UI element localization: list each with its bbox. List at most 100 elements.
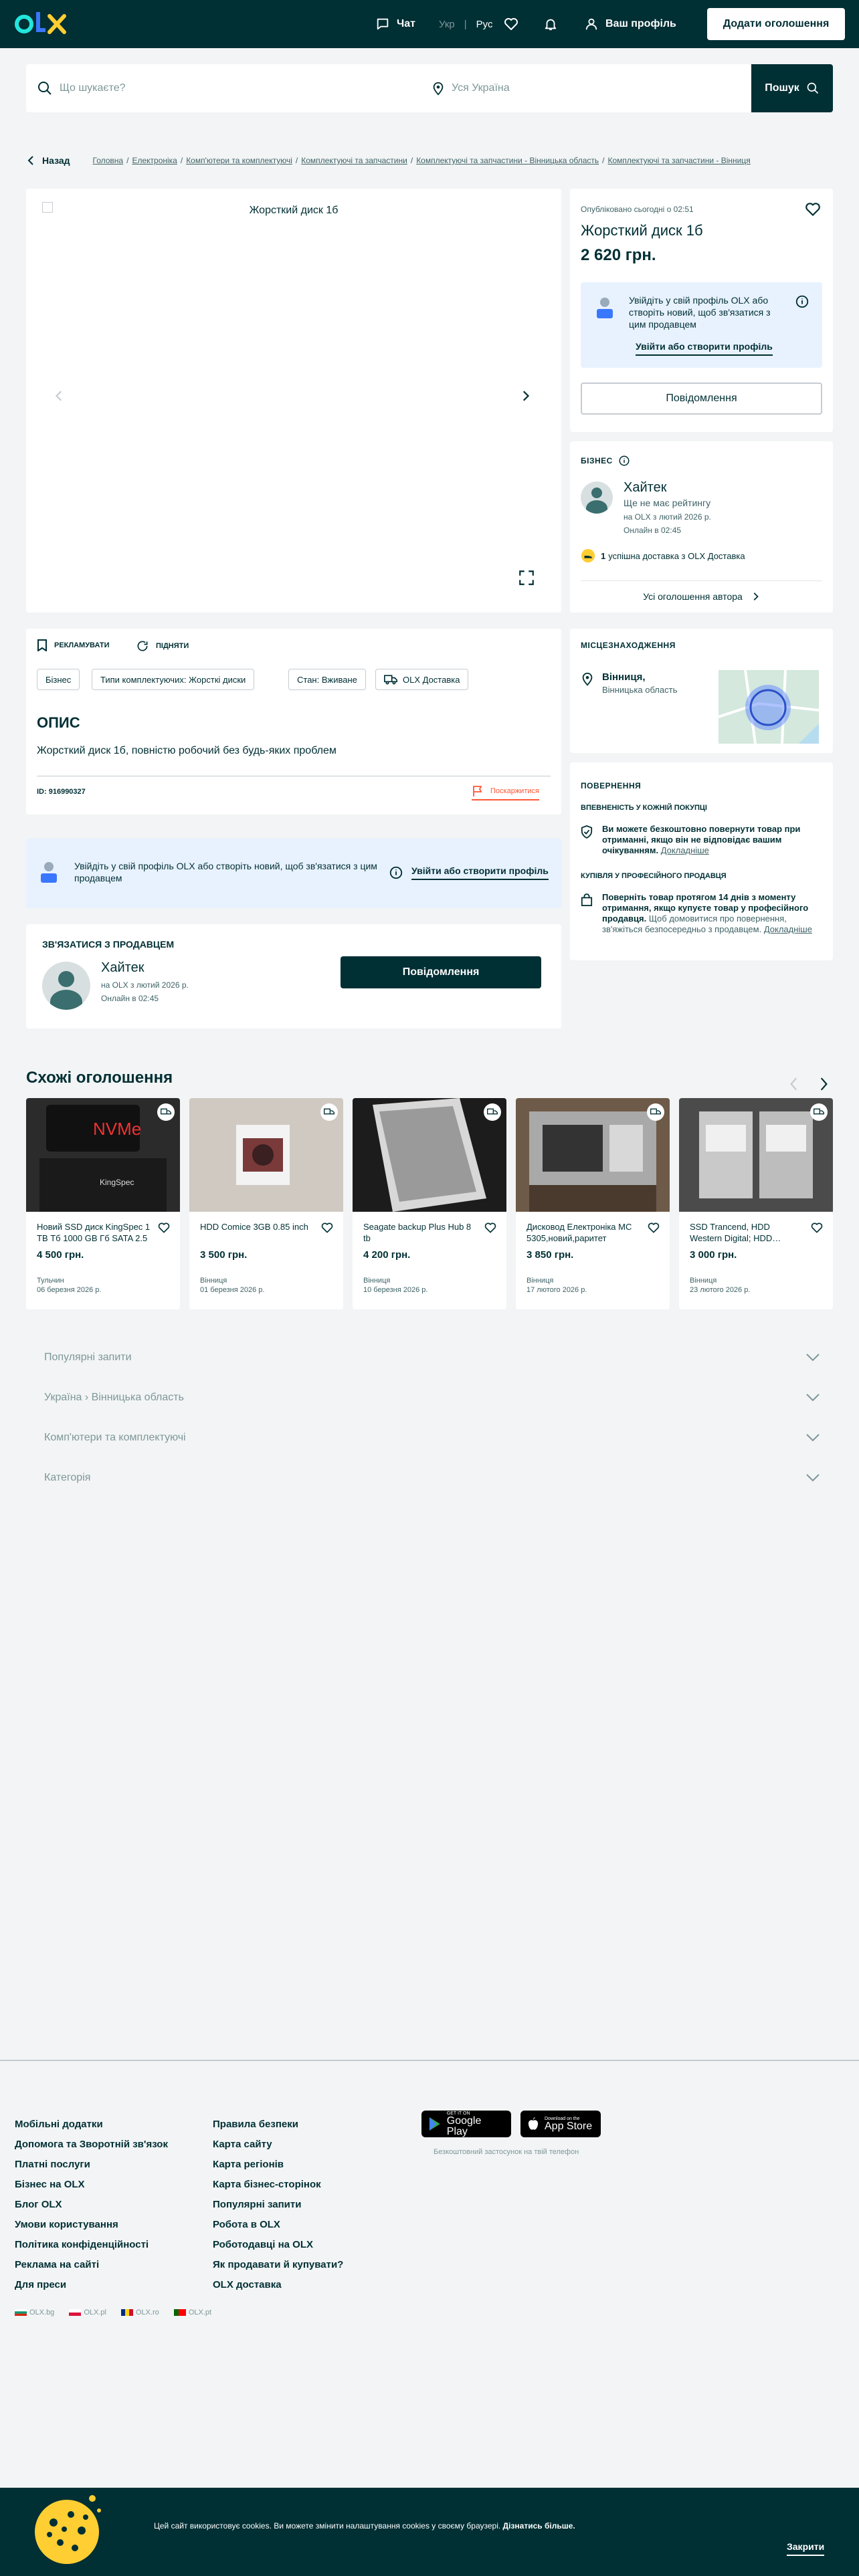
heart-icon[interactable] (810, 1221, 824, 1235)
raise-button[interactable]: ПІДНЯТИ (136, 639, 189, 653)
delivery-stats: 1 успішна доставка з OLX Доставка (581, 548, 745, 563)
similar-ad-card[interactable]: Дисковод Електроніка МС 5305,новий,рарит… (516, 1098, 670, 1309)
footer-link[interactable]: Умови користування (15, 2215, 168, 2235)
lang-ukr[interactable]: Укр (439, 19, 455, 30)
ad-title[interactable]: HDD Comice 3GB 0.85 inch (200, 1221, 314, 1244)
add-listing-button[interactable]: Додати оголошення (707, 8, 845, 40)
notifications-button[interactable] (543, 0, 565, 48)
returns-link2[interactable]: Докладніше (764, 924, 812, 934)
breadcrumb-item[interactable]: Комплектуючі та запчастини - Вінницька о… (416, 156, 599, 165)
fullscreen-button[interactable] (513, 564, 540, 591)
ad-price: 4 200 грн. (363, 1249, 411, 1261)
chat-link[interactable]: Чат (375, 0, 415, 48)
breadcrumb-item[interactable]: Комплектуючі та запчастини (301, 156, 407, 165)
international-sites: OLX.bg OLX.pl OLX.ro OLX.pt (15, 2309, 211, 2317)
heart-icon[interactable] (647, 1221, 660, 1235)
ad-title[interactable]: SSD Trancend, HDD Western Digital; HDD… (690, 1221, 803, 1244)
similar-ad-card[interactable]: SSD Trancend, HDD Western Digital; HDD… … (679, 1098, 833, 1309)
returns-link1[interactable]: Докладніше (661, 845, 709, 855)
site-pl[interactable]: OLX.pl (69, 2309, 106, 2317)
chat-label: Чат (397, 18, 415, 29)
search-button[interactable]: Пошук (751, 64, 833, 112)
login-banner-link[interactable]: Увійти або створити профіль (411, 865, 549, 880)
info-icon[interactable] (618, 455, 630, 467)
similar-ad-card[interactable]: NVMe KingSpec Новий SSD диск KingSpec 1 T… (26, 1098, 180, 1309)
returns-text1: Ви можете безкоштовно повернути товар пр… (602, 824, 823, 856)
info-icon (795, 295, 809, 308)
footer-link[interactable]: Бізнес на OLX (15, 2175, 168, 2195)
location-map[interactable] (719, 670, 819, 744)
ad-title[interactable]: Seagate backup Plus Hub 8 tb (363, 1221, 477, 1244)
accordion-category[interactable]: Категорія (44, 1470, 820, 1486)
message-button[interactable]: Повідомлення (581, 383, 822, 415)
accordion-computers[interactable]: Комп'ютери та комплектуючі (44, 1430, 820, 1446)
report-button[interactable]: Поскаржитися (472, 785, 539, 800)
site-ro[interactable]: OLX.ro (120, 2309, 159, 2317)
accordion-popular-queries[interactable]: Популярні запити (44, 1350, 820, 1366)
promote-button[interactable]: РЕКЛАМУВАТИ (37, 639, 109, 651)
ad-title[interactable]: Дисковод Електроніка МС 5305,новий,рарит… (527, 1221, 640, 1244)
breadcrumb-item[interactable]: Комп'ютери та комплектуючі (186, 156, 292, 165)
carousel-prev-icon[interactable] (788, 1077, 800, 1091)
shield-check-icon (581, 825, 593, 839)
flag-pl-icon (69, 2309, 82, 2316)
description-text: Жорсткий диск 1б, повністю робочий без б… (37, 745, 337, 756)
search-icon (38, 82, 52, 95)
svg-text:NVMe: NVMe (93, 1119, 141, 1139)
footer-link[interactable]: Робота в OLX (213, 2215, 343, 2235)
heart-icon[interactable] (484, 1221, 497, 1235)
lang-rus[interactable]: Рус (476, 19, 493, 30)
back-link[interactable]: Назад (26, 155, 70, 166)
back-label: Назад (42, 155, 70, 166)
all-seller-ads-link[interactable]: Усі оголошення автора (570, 586, 833, 607)
breadcrumb-item[interactable]: Електроніка (132, 156, 177, 165)
cookie-learn-more[interactable]: Дізнатись більше. (503, 2521, 575, 2531)
site-pt[interactable]: OLX.pt (173, 2309, 211, 2317)
footer-link[interactable]: Платні послуги (15, 2155, 168, 2175)
favorites-button[interactable] (503, 0, 526, 48)
heart-icon[interactable] (157, 1221, 171, 1235)
footer-link[interactable]: Правила безпеки (213, 2115, 343, 2135)
search-input[interactable]: Що шукаєте? (60, 64, 434, 112)
footer-link[interactable]: Як продавати й купувати? (213, 2255, 343, 2275)
ad-photo (353, 1098, 506, 1212)
olx-logo[interactable] (15, 8, 68, 40)
footer-link[interactable]: Політика конфіденційності (15, 2235, 168, 2255)
footer-link[interactable]: Роботодавці на OLX (213, 2235, 343, 2255)
location-input[interactable]: Уся Україна (432, 64, 510, 112)
cookie-close-button[interactable]: Закрити (787, 2541, 825, 2556)
contact-avatar[interactable] (42, 962, 90, 1010)
delivery-badge-icon (810, 1103, 828, 1121)
footer-link[interactable]: Карта сайту (213, 2135, 343, 2155)
ad-title[interactable]: Новий SSD диск KingSpec 1 TB Тб 1000 GB … (37, 1221, 151, 1244)
gallery-next-button[interactable] (512, 383, 539, 409)
google-play-button[interactable]: GET IT ON Google Play (421, 2111, 511, 2137)
favorite-heart-icon[interactable] (804, 201, 822, 218)
profile-link[interactable]: Ваш профіль (584, 0, 676, 48)
footer-link[interactable]: Популярні запити (213, 2195, 343, 2215)
accordion-region[interactable]: Україна › Вінницька область (44, 1390, 820, 1406)
seller-avatar[interactable] (581, 481, 613, 514)
ad-price: 3 850 грн. (527, 1249, 574, 1261)
footer-link[interactable]: Для преси (15, 2275, 168, 2295)
breadcrumb-item[interactable]: Комплектуючі та запчастини - Вінниця (608, 156, 751, 165)
breadcrumb-item[interactable]: Головна (93, 156, 124, 165)
login-link[interactable]: Увійти або створити профіль (636, 341, 773, 356)
footer-link[interactable]: Карта регіонів (213, 2155, 343, 2175)
footer-link[interactable]: Карта бізнес-сторінок (213, 2175, 343, 2195)
site-bg[interactable]: OLX.bg (15, 2309, 54, 2317)
footer-link[interactable]: Допомога та Зворотній зв'язок (15, 2135, 168, 2155)
heart-icon[interactable] (320, 1221, 334, 1235)
footer-link[interactable]: Мобільні додатки (15, 2115, 168, 2135)
similar-ad-card[interactable]: HDD Comice 3GB 0.85 inch 3 500 грн. Вінн… (189, 1098, 343, 1309)
footer-link[interactable]: OLX доставка (213, 2275, 343, 2295)
footer-link[interactable]: Реклама на сайті (15, 2255, 168, 2275)
contact-message-button[interactable]: Повідомлення (341, 956, 541, 988)
app-store-button[interactable]: Download on the App Store (520, 2111, 601, 2137)
seller-name[interactable]: Хайтек (624, 480, 666, 496)
contact-name[interactable]: Хайтек (101, 960, 144, 976)
gallery-prev-button[interactable] (46, 383, 73, 409)
footer-link[interactable]: Блог OLX (15, 2195, 168, 2215)
similar-ad-card[interactable]: Seagate backup Plus Hub 8 tb 4 200 грн. … (353, 1098, 506, 1309)
carousel-next-icon[interactable] (818, 1077, 830, 1091)
